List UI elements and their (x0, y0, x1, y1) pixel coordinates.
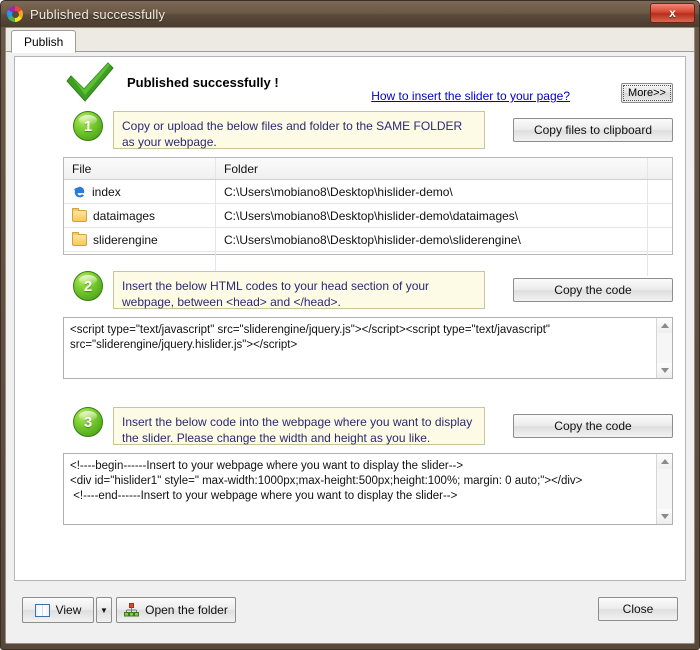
book-icon (34, 603, 50, 617)
step-1-instruction: Copy or upload the below files and folde… (113, 111, 485, 149)
window-body: Publish Published successfully ! How to … (5, 27, 695, 644)
step-3: 3 Insert the below code into the webpage… (15, 405, 685, 445)
body-code-text: <!----begin------Insert to your webpage … (70, 460, 583, 502)
open-folder-label: Open the folder (145, 603, 228, 617)
head-code-text: <script type="text/javascript" src="slid… (70, 324, 554, 351)
scroll-down-icon[interactable] (657, 509, 672, 524)
file-name: index (92, 184, 121, 199)
table-header-row: File Folder (64, 158, 672, 180)
copy-head-code-button[interactable]: Copy the code (513, 278, 673, 302)
body-code-scrollbar[interactable] (656, 454, 672, 524)
column-header-file: File (72, 161, 92, 176)
step-2-instruction: Insert the below HTML codes to your head… (113, 271, 485, 309)
tab-strip: Publish (6, 28, 694, 53)
step-3-instruction: Insert the below code into the webpage w… (113, 407, 485, 445)
more-button[interactable]: More>> (621, 83, 673, 103)
close-button[interactable]: Close (598, 597, 678, 621)
folder-path: C:\Users\mobiano8\Desktop\hislider-demo\ (224, 184, 453, 199)
published-successfully-window: Published successfully x Publish Publish… (0, 0, 700, 650)
tab-publish[interactable]: Publish (11, 30, 77, 53)
step-1-badge: 1 (73, 111, 103, 141)
scroll-up-icon[interactable] (657, 318, 672, 333)
window-close-button[interactable]: x (650, 3, 695, 23)
success-header: Published successfully ! How to insert t… (15, 57, 685, 105)
table-row[interactable]: index C:\Users\mobiano8\Desktop\hislider… (64, 180, 672, 204)
head-code-box[interactable]: <script type="text/javascript" src="slid… (63, 317, 673, 379)
sitemap-icon (124, 603, 140, 617)
folder-path: C:\Users\mobiano8\Desktop\hislider-demo\… (224, 208, 519, 223)
file-name: sliderengine (93, 232, 158, 247)
folder-icon (72, 207, 87, 222)
copy-files-to-clipboard-button[interactable]: Copy files to clipboard (513, 118, 673, 142)
step-2: 2 Insert the below HTML codes to your he… (15, 269, 685, 309)
color-wheel-icon (7, 6, 23, 22)
step-1: 1 Copy or upload the below files and fol… (15, 109, 685, 149)
content-panel: Published successfully ! How to insert t… (14, 56, 686, 581)
body-code-box[interactable]: <!----begin------Insert to your webpage … (63, 453, 673, 525)
column-header-extra (648, 158, 672, 179)
table-row[interactable]: sliderengine C:\Users\mobiano8\Desktop\h… (64, 228, 672, 252)
internet-explorer-icon (74, 186, 85, 197)
page-title: Published successfully ! (127, 75, 279, 90)
folder-icon (72, 231, 87, 246)
title-bar: Published successfully x (1, 1, 699, 27)
folder-path: C:\Users\mobiano8\Desktop\hislider-demo\… (224, 232, 521, 247)
scroll-down-icon[interactable] (657, 363, 672, 378)
view-dropdown-button[interactable]: ▼ (96, 597, 112, 623)
file-name: dataimages (93, 208, 156, 223)
scroll-up-icon[interactable] (657, 454, 672, 469)
green-checkmark-icon (66, 62, 114, 102)
view-button-label: View (55, 603, 82, 617)
table-row[interactable]: dataimages C:\Users\mobiano8\Desktop\his… (64, 204, 672, 228)
view-button[interactable]: View (22, 597, 94, 623)
copy-body-code-button[interactable]: Copy the code (513, 414, 673, 438)
dialog-footer: View ▼ Open the folder Close (14, 587, 686, 635)
open-the-folder-button[interactable]: Open the folder (116, 597, 236, 623)
how-to-insert-link[interactable]: How to insert the slider to your page? (371, 89, 570, 103)
step-3-badge: 3 (73, 407, 103, 437)
step-2-badge: 2 (73, 271, 103, 301)
file-table: File Folder index C:\Users\mobiano8\Desk… (63, 157, 673, 276)
column-header-folder: Folder (224, 161, 259, 176)
head-code-scrollbar[interactable] (656, 318, 672, 378)
window-title: Published successfully (30, 6, 166, 22)
